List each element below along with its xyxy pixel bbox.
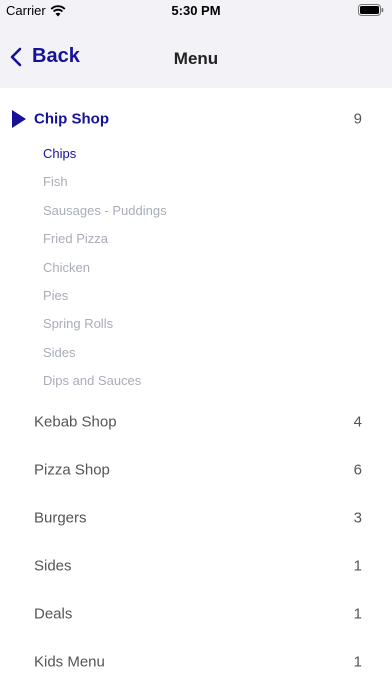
subcategory-item[interactable]: Chicken <box>0 254 392 282</box>
category-row-burgers[interactable]: Burgers 3 <box>0 494 392 542</box>
menu-category-list: Chip Shop 9 Chips Fish Sausages - Puddin… <box>0 88 392 686</box>
subcategory-item[interactable]: Sausages - Puddings <box>0 197 392 225</box>
category-row-kids-menu[interactable]: Kids Menu 1 <box>0 638 392 686</box>
category-row-chip-shop[interactable]: Chip Shop 9 <box>0 88 392 150</box>
category-label: Chip Shop <box>34 110 109 128</box>
subcategory-list: Chips Fish Sausages - Puddings Fried Piz… <box>0 140 392 398</box>
subcategory-item[interactable]: Pies <box>0 282 392 310</box>
category-row-sides[interactable]: Sides 1 <box>0 542 392 590</box>
category-count: 3 <box>353 509 362 527</box>
category-label: Deals <box>34 605 73 623</box>
category-count: 1 <box>353 653 362 671</box>
navigation-bar: Back Menu <box>0 22 392 88</box>
subcategory-item[interactable]: Fish <box>0 168 392 196</box>
subcategory-item[interactable]: Dips and Sauces <box>0 367 392 395</box>
category-count: 4 <box>353 413 362 431</box>
category-label: Kids Menu <box>34 653 105 671</box>
subcategory-item[interactable]: Sides <box>0 339 392 367</box>
category-row-pizza-shop[interactable]: Pizza Shop 6 <box>0 446 392 494</box>
category-label: Sides <box>34 557 72 575</box>
category-row-kebab-shop[interactable]: Kebab Shop 4 <box>0 398 392 446</box>
page-title: Menu <box>173 49 219 68</box>
subcategory-item[interactable]: Spring Rolls <box>0 310 392 338</box>
category-row-deals[interactable]: Deals 1 <box>0 590 392 638</box>
category-label: Pizza Shop <box>34 461 110 479</box>
category-count: 1 <box>353 605 362 623</box>
battery-icon <box>358 4 384 16</box>
category-count: 9 <box>353 110 362 128</box>
category-count: 1 <box>353 557 362 575</box>
status-time: 5:30 PM <box>171 3 221 18</box>
status-bar: Carrier 5:30 PM <box>0 0 392 22</box>
category-label: Kebab Shop <box>34 413 117 431</box>
category-count: 6 <box>353 461 362 479</box>
subcategory-item[interactable]: Fried Pizza <box>0 225 392 253</box>
category-label: Burgers <box>34 509 87 527</box>
expanded-arrow-icon <box>12 110 26 128</box>
